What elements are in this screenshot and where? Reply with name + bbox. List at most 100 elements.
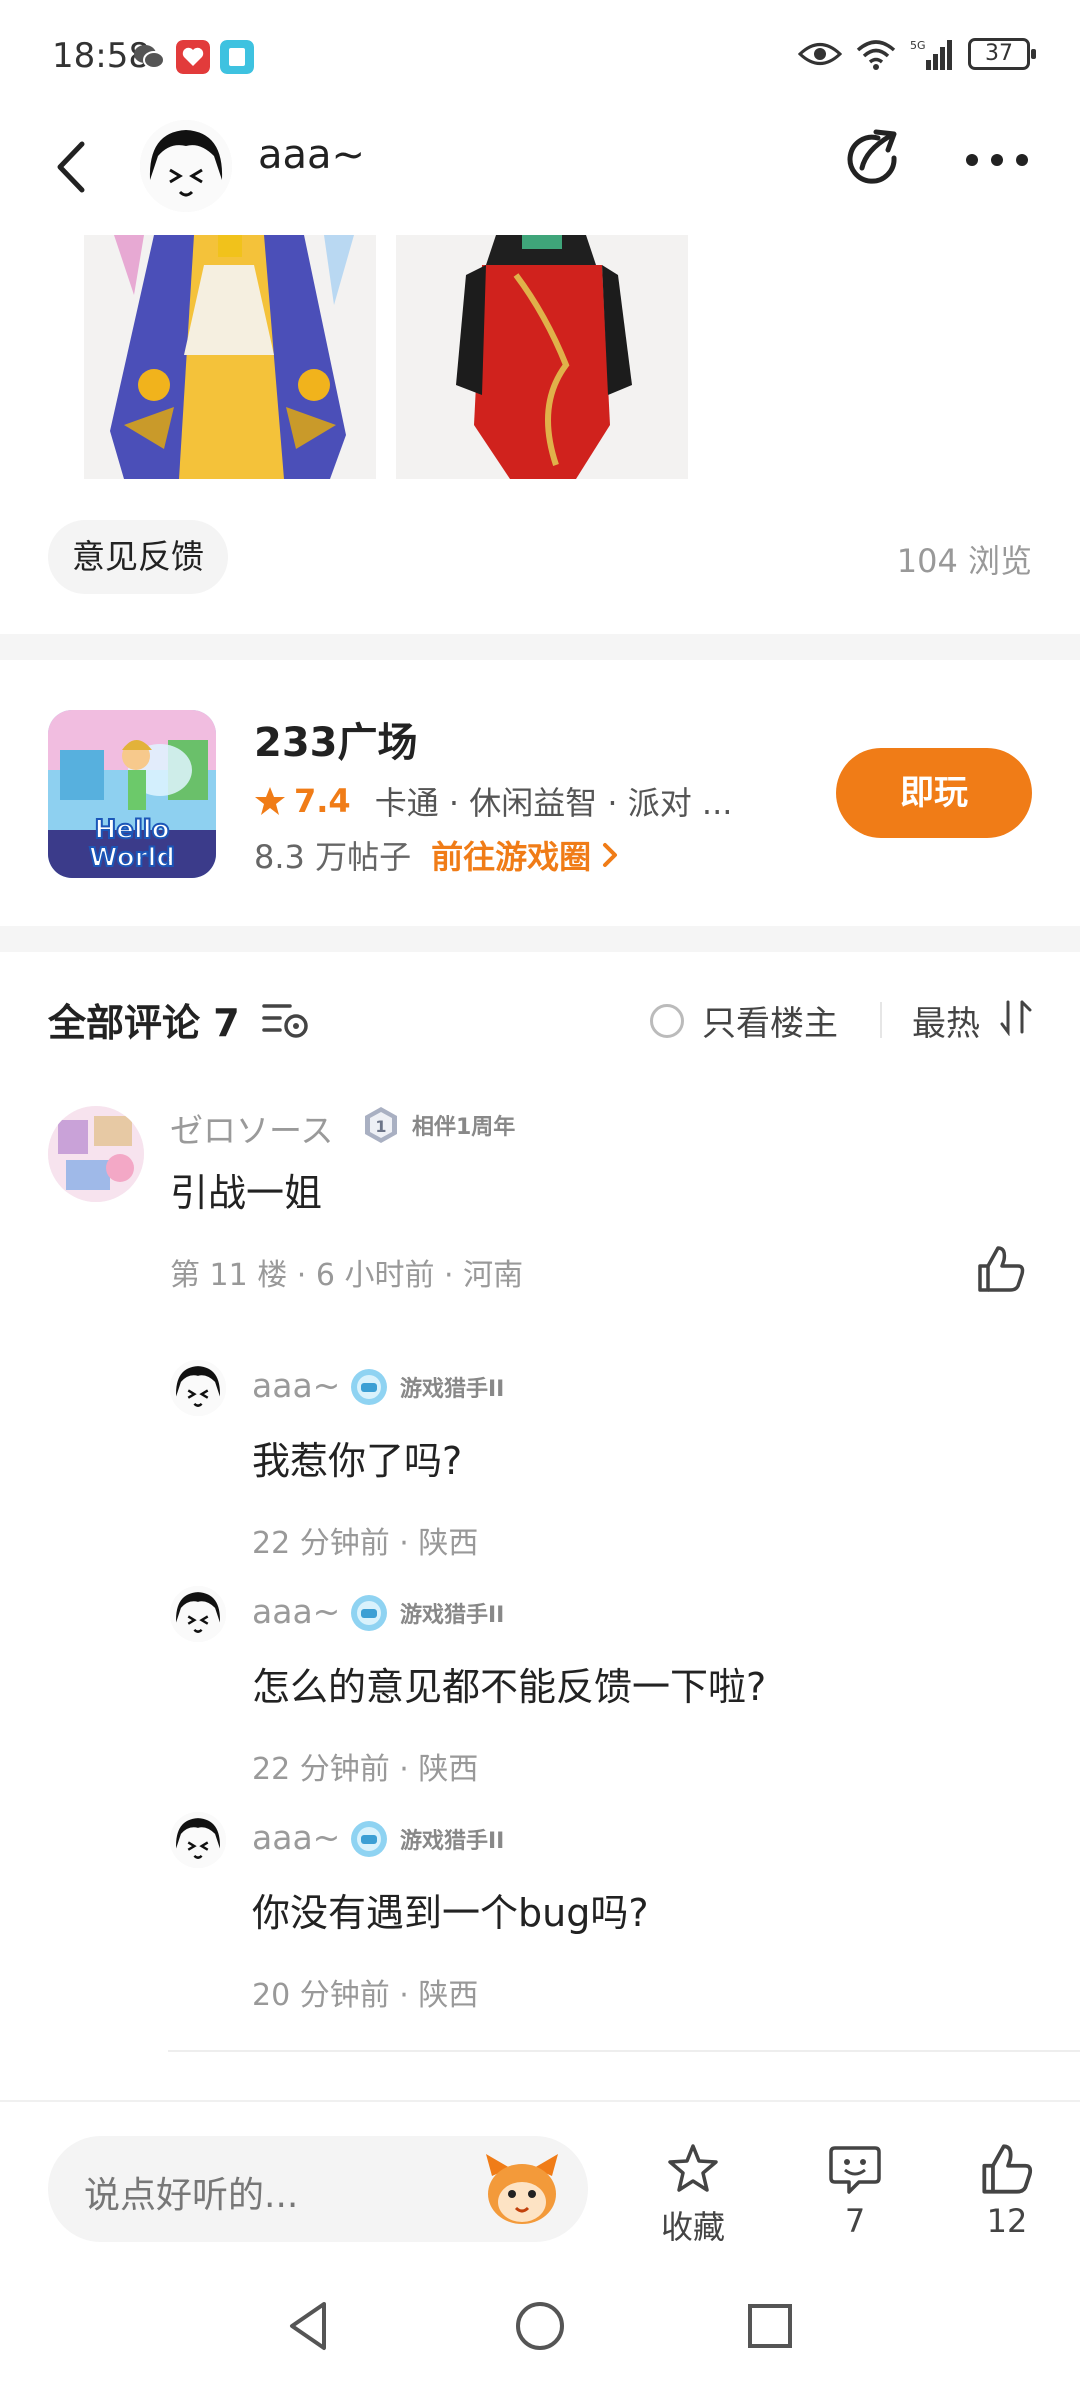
- wifi-icon: [856, 40, 896, 70]
- star-rating-icon: [255, 787, 285, 815]
- app-red-icon: [176, 40, 210, 74]
- reply-meta: 22 分钟前 · 陕西: [252, 1752, 479, 1787]
- game-title[interactable]: 233广场: [254, 710, 418, 768]
- commenter-name[interactable]: ゼロソース: [170, 1104, 333, 1152]
- game-circle-link[interactable]: 前往游戏圈: [431, 832, 591, 878]
- view-count: 104 浏览: [896, 542, 1032, 580]
- comment-meta: 第 11 楼 · 6 小时前 · 河南: [170, 1258, 524, 1293]
- character-costume-image: [84, 235, 376, 479]
- game-hunter-badge-icon: [351, 1821, 387, 1857]
- sort-hot-button[interactable]: 最热: [912, 996, 980, 1045]
- reply-avatar[interactable]: [170, 1360, 226, 1416]
- reply-user-name[interactable]: aaa~: [252, 1366, 340, 1405]
- anime-face-icon: [170, 1812, 226, 1868]
- badge-label: 相伴1周年: [412, 1115, 516, 1140]
- reply-user-name[interactable]: aaa~: [252, 1592, 340, 1631]
- hunter-badge: 游戏猎手II: [350, 1594, 504, 1632]
- comment-count: 7: [844, 2202, 866, 2240]
- badge-label: 游戏猎手II: [400, 1829, 505, 1854]
- status-bar: 18:58 5G 37: [0, 0, 1080, 110]
- section-divider: [0, 926, 1080, 952]
- sort-divider: [880, 1002, 882, 1038]
- more-options-button[interactable]: [962, 140, 1032, 180]
- play-now-button[interactable]: 即玩: [836, 748, 1032, 838]
- op-only-toggle[interactable]: 只看楼主: [650, 996, 838, 1045]
- sort-order-icon[interactable]: [1000, 998, 1034, 1036]
- signal-icon: 5G: [910, 39, 952, 70]
- op-only-radio[interactable]: [650, 1003, 684, 1038]
- share-button[interactable]: [842, 128, 908, 194]
- chat-smile-icon: [829, 2146, 881, 2194]
- post-header: aaa~: [0, 110, 1080, 230]
- chevron-right-icon: [603, 843, 618, 867]
- hunter-badge: 游戏猎手II: [350, 1820, 504, 1858]
- hunter-badge: 游戏猎手II: [350, 1368, 504, 1406]
- status-indicators: 5G 37: [798, 38, 1036, 70]
- svg-text:World: World: [89, 843, 175, 873]
- reply-text: 我惹你了吗?: [252, 1439, 463, 1483]
- mascot-emoji-icon[interactable]: [482, 2150, 562, 2228]
- comment-input-placeholder: 说点好听的...: [84, 2175, 299, 2216]
- game-meta: 7.4 卡通 · 休闲益智 · 派对 ...: [254, 778, 732, 824]
- comment-input[interactable]: 说点好听的...: [48, 2136, 588, 2242]
- author-name[interactable]: aaa~: [258, 132, 365, 178]
- hexagon-badge-icon: 1: [365, 1107, 397, 1143]
- game-posts-count: 8.3 万帖子: [254, 838, 412, 876]
- comments-button[interactable]: 7: [800, 2142, 910, 2240]
- badge-label: 游戏猎手II: [400, 1603, 505, 1628]
- nav-back-icon[interactable]: [280, 2296, 340, 2356]
- character-dress-image: [396, 235, 688, 479]
- game-hunter-badge-icon: [351, 1369, 387, 1405]
- reply-avatar[interactable]: [170, 1812, 226, 1868]
- section-divider: [0, 634, 1080, 660]
- game-card[interactable]: Hello World 233广场 7.4 卡通 · 休闲益智 · 派对 ...…: [0, 660, 1080, 925]
- nav-home-icon[interactable]: [510, 2296, 570, 2356]
- bottom-action-bar: 说点好听的... 收藏 7 12: [0, 2100, 1080, 2260]
- thumbs-up-icon: [982, 2144, 1033, 2194]
- reply-meta: 22 分钟前 · 陕西: [252, 1526, 479, 1561]
- wechat-icon: [134, 45, 165, 69]
- nav-recents-icon[interactable]: [740, 2296, 800, 2356]
- battery-indicator: 37: [968, 38, 1036, 70]
- like-count: 12: [986, 2202, 1028, 2240]
- like-button[interactable]: 12: [952, 2142, 1062, 2240]
- anime-face-icon: [140, 120, 232, 212]
- commenter-avatar[interactable]: [48, 1106, 144, 1202]
- app-book-icon: [220, 40, 254, 74]
- collage-avatar-image: [48, 1106, 144, 1202]
- feedback-tag-chip[interactable]: 意见反馈: [48, 520, 228, 594]
- game-hunter-badge-icon: [351, 1595, 387, 1631]
- thumbs-up-icon[interactable]: [976, 1244, 1026, 1294]
- svg-text:Hello: Hello: [94, 815, 169, 845]
- star-outline-icon: [668, 2144, 718, 2192]
- game-icon[interactable]: Hello World: [48, 710, 216, 878]
- favorite-button[interactable]: 收藏: [638, 2142, 748, 2248]
- game-rating: 7.4: [294, 782, 351, 820]
- reply-text: 你没有遇到一个bug吗?: [252, 1891, 649, 1935]
- back-button[interactable]: [48, 134, 98, 200]
- reply-user-name[interactable]: aaa~: [252, 1818, 340, 1857]
- favorite-label: 收藏: [660, 2208, 725, 2246]
- badge-label: 游戏猎手II: [400, 1377, 505, 1402]
- eye-icon: [798, 43, 842, 65]
- post-image-grid: [84, 235, 688, 479]
- svg-text:5G: 5G: [910, 39, 926, 52]
- game-sub-row: 8.3 万帖子 前往游戏圈: [254, 832, 623, 878]
- reply-avatar[interactable]: [170, 1586, 226, 1642]
- reply-meta: 20 分钟前 · 陕西: [252, 1978, 479, 2013]
- anime-face-icon: [170, 1360, 226, 1416]
- comments-header: 全部评论 7 只看楼主 最热: [0, 950, 1080, 1090]
- svg-text:1: 1: [375, 1117, 386, 1136]
- anime-face-icon: [170, 1586, 226, 1642]
- comment-text: 引战一姐: [170, 1171, 323, 1215]
- author-avatar[interactable]: [140, 120, 232, 212]
- comment-divider: [168, 2050, 1080, 2052]
- comment-filter-icon[interactable]: [262, 998, 312, 1040]
- reply-text: 怎么的意见都不能反馈一下啦?: [252, 1665, 767, 1709]
- game-tags: 卡通 · 休闲益智 · 派对 ...: [374, 784, 733, 822]
- post-image-1[interactable]: [84, 235, 376, 479]
- post-image-2[interactable]: [396, 235, 688, 479]
- anniversary-badge: 1 相伴1周年: [362, 1106, 515, 1144]
- op-only-label: 只看楼主: [702, 1004, 838, 1044]
- comments-title: 全部评论 7: [48, 1001, 240, 1045]
